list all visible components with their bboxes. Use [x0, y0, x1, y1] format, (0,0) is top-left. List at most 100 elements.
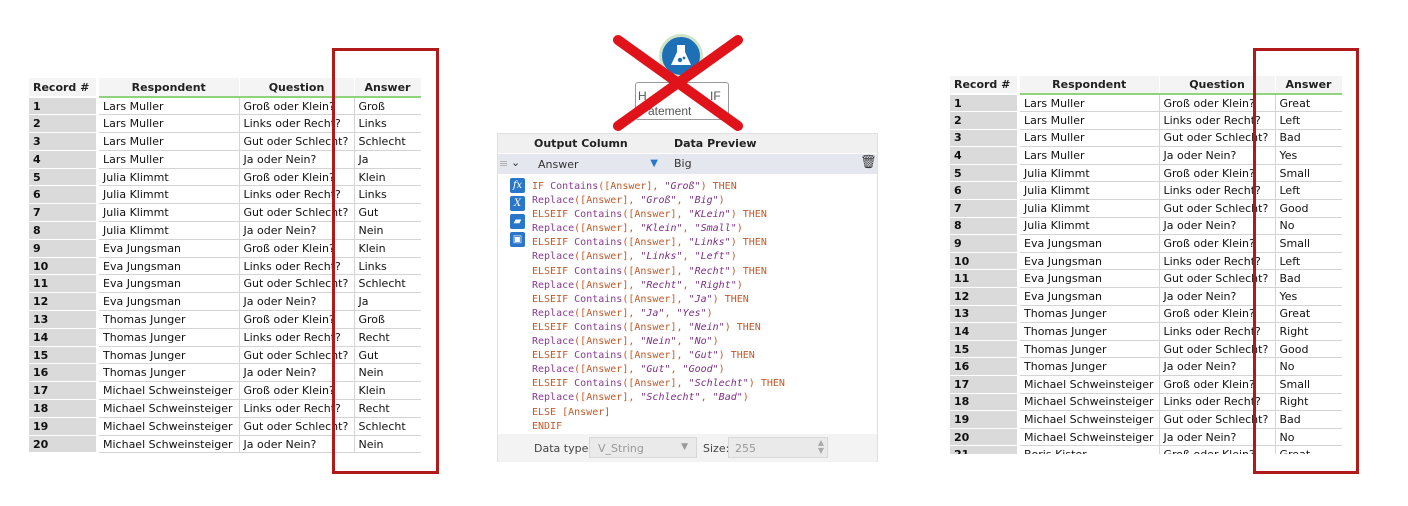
question-cell[interactable]: Gut oder Schlecht?: [1159, 199, 1276, 218]
respondent-cell[interactable]: Julia Klimmt: [99, 203, 240, 223]
table-row[interactable]: 13 Thomas Junger Groß oder Klein? Groß: [29, 310, 421, 329]
table-row[interactable]: 18 Michael Schweinsteiger Links oder Recht…: [29, 399, 421, 418]
question-cell[interactable]: Groß oder Klein?: [239, 97, 355, 116]
table-row[interactable]: 20 Michael Schweinsteiger Ja oder Nein? Nei…: [29, 435, 421, 454]
table-row[interactable]: 15 Thomas Junger Gut oder Schlecht? Good: [950, 340, 1342, 359]
record-number-cell[interactable]: 17: [950, 375, 1017, 394]
respondent-cell[interactable]: Eva Jungsman: [99, 274, 240, 294]
table-row[interactable]: 6 Julia Klimmt Links oder Recht? Links: [29, 185, 421, 205]
table-row[interactable]: 7 Julia Klimmt Gut oder Schlecht? Good: [950, 199, 1342, 218]
table-row[interactable]: 15 Thomas Junger Gut oder Schlecht? Gut: [29, 346, 421, 365]
respondent-cell[interactable]: Lars Muller: [1020, 111, 1160, 130]
answer-cell[interactable]: Recht: [354, 328, 421, 347]
record-number-cell[interactable]: 15: [29, 346, 96, 365]
respondent-cell[interactable]: Eva Jungsman: [1020, 287, 1160, 306]
respondent-cell[interactable]: Thomas Junger: [1020, 357, 1160, 376]
answer-cell[interactable]: Groß: [354, 310, 421, 329]
respondent-cell[interactable]: Michael Schweinsteiger: [99, 381, 240, 401]
record-number-cell[interactable]: 2: [950, 111, 1017, 130]
record-number-cell[interactable]: 6: [29, 185, 96, 205]
record-number-cell[interactable]: 14: [950, 322, 1017, 341]
question-cell[interactable]: Gut oder Schlecht?: [1159, 410, 1276, 429]
question-cell[interactable]: Groß oder Klein?: [1159, 94, 1276, 113]
question-cell[interactable]: Groß oder Klein?: [1159, 234, 1276, 253]
table-row[interactable]: 21Boris KisterGroß oder Klein?Great: [950, 445, 1342, 454]
table-row[interactable]: 3 Lars Muller Gut oder Schlecht? Bad: [950, 129, 1342, 148]
table-row[interactable]: 18 Michael Schweinsteiger Links oder Recht…: [950, 393, 1342, 412]
collapse-chevron-icon[interactable]: ⌄: [511, 156, 520, 169]
respondent-cell[interactable]: Thomas Junger: [1020, 322, 1160, 341]
respondent-cell[interactable]: Lars Muller: [1020, 129, 1160, 148]
save-icon[interactable]: ▣: [510, 232, 525, 247]
question-cell[interactable]: Ja oder Nein?: [1159, 146, 1276, 165]
answer-cell[interactable]: Gut: [354, 203, 421, 223]
record-number-cell[interactable]: 20: [950, 428, 1017, 447]
answer-cell[interactable]: Small: [1275, 164, 1342, 183]
table-row[interactable]: 12 Eva Jungsman Ja oder Nein? Ja: [29, 292, 421, 312]
record-number-cell[interactable]: 3: [29, 132, 96, 151]
answer-cell[interactable]: Small: [1275, 375, 1342, 394]
table-row[interactable]: 14 Thomas Junger Links oder Recht? Recht: [29, 328, 421, 347]
table-row[interactable]: 12 Eva Jungsman Ja oder Nein? Yes: [950, 287, 1342, 306]
question-cell[interactable]: Ja oder Nein?: [239, 292, 355, 312]
answer-cell[interactable]: Links: [354, 114, 421, 134]
record-number-cell[interactable]: 9: [29, 239, 96, 258]
question-cell[interactable]: Links oder Recht?: [1159, 252, 1276, 271]
record-number-cell[interactable]: 3: [950, 129, 1017, 148]
question-cell[interactable]: Links oder Recht?: [239, 399, 355, 418]
answer-cell[interactable]: Links: [354, 185, 421, 205]
function-icon[interactable]: fx: [510, 178, 525, 193]
answer-cell[interactable]: Nein: [354, 363, 421, 383]
respondent-cell[interactable]: Thomas Junger: [99, 363, 240, 383]
record-number-cell[interactable]: 19: [29, 417, 96, 436]
question-cell[interactable]: Ja oder Nein?: [239, 435, 355, 454]
table-row[interactable]: 1 Lars Muller Groß oder Klein? Groß: [29, 97, 421, 116]
record-number-cell[interactable]: 17: [29, 381, 96, 401]
record-number-cell[interactable]: 11: [29, 274, 96, 294]
record-number-cell[interactable]: 7: [950, 199, 1017, 218]
table-row[interactable]: 19 Michael Schweinsteiger Gut oder Schlech…: [950, 410, 1342, 429]
record-number-cell[interactable]: 4: [29, 150, 96, 169]
table-row[interactable]: 11 Eva Jungsman Gut oder Schlecht? Schlecht: [29, 274, 421, 294]
answer-cell[interactable]: Good: [1275, 340, 1342, 359]
question-cell[interactable]: Links oder Recht?: [239, 328, 355, 347]
answer-cell[interactable]: Groß: [354, 97, 421, 116]
record-number-cell[interactable]: 16: [29, 363, 96, 383]
record-number-cell[interactable]: 7: [29, 203, 96, 223]
table-row[interactable]: 4 Lars Muller Ja oder Nein? Yes: [950, 146, 1342, 165]
column-header-respondent[interactable]: Respondent: [1020, 76, 1160, 95]
table-row[interactable]: 10 Eva Jungsman Links oder Recht? Left: [950, 252, 1342, 271]
question-cell[interactable]: Ja oder Nein?: [1159, 287, 1276, 306]
record-number-cell[interactable]: 14: [29, 328, 96, 347]
table-row[interactable]: 6 Julia Klimmt Links oder Recht? Left: [950, 181, 1342, 201]
question-cell[interactable]: Gut oder Schlecht?: [1159, 129, 1276, 148]
table-row[interactable]: 16 Thomas Junger Ja oder Nein? No: [950, 357, 1342, 376]
table-row[interactable]: 1 Lars Muller Groß oder Klein? Great: [950, 94, 1342, 113]
record-number-cell[interactable]: 18: [29, 399, 96, 418]
answer-cell[interactable]: No: [1275, 217, 1342, 236]
question-cell[interactable]: Links oder Recht?: [1159, 393, 1276, 412]
respondent-cell[interactable]: Michael Schweinsteiger: [1020, 393, 1160, 412]
respondent-cell[interactable]: Julia Klimmt: [99, 221, 240, 240]
variable-icon[interactable]: X: [510, 196, 525, 211]
respondent-cell[interactable]: Eva Jungsman: [99, 257, 240, 276]
table-row[interactable]: 5 Julia Klimmt Groß oder Klein? Small: [950, 164, 1342, 183]
formula-row[interactable]: ≡ ⌄ Answer ▼ Big 🗑: [498, 154, 877, 174]
formula-editor[interactable]: IF Contains([Answer], "Groß") THEN Replac…: [532, 180, 785, 434]
respondent-cell[interactable]: Julia Klimmt: [1020, 164, 1160, 183]
answer-cell[interactable]: Yes: [1275, 146, 1342, 165]
question-cell[interactable]: Ja oder Nein?: [239, 150, 355, 169]
record-number-cell[interactable]: 2: [29, 114, 96, 134]
question-cell[interactable]: Gut oder Schlecht?: [239, 274, 355, 294]
respondent-cell[interactable]: Michael Schweinsteiger: [99, 399, 240, 418]
question-cell[interactable]: Gut oder Schlecht?: [239, 346, 355, 365]
question-cell[interactable]: Links oder Recht?: [1159, 111, 1276, 130]
question-cell[interactable]: Groß oder Klein?: [239, 310, 355, 329]
answer-cell[interactable]: Ja: [354, 150, 421, 169]
respondent-cell[interactable]: Lars Muller: [99, 150, 240, 169]
answer-cell[interactable]: Good: [1275, 199, 1342, 218]
answer-cell[interactable]: Schlecht: [354, 132, 421, 151]
answer-cell[interactable]: Links: [354, 257, 421, 276]
answer-cell[interactable]: No: [1275, 357, 1342, 376]
answer-cell[interactable]: Schlecht: [354, 417, 421, 436]
